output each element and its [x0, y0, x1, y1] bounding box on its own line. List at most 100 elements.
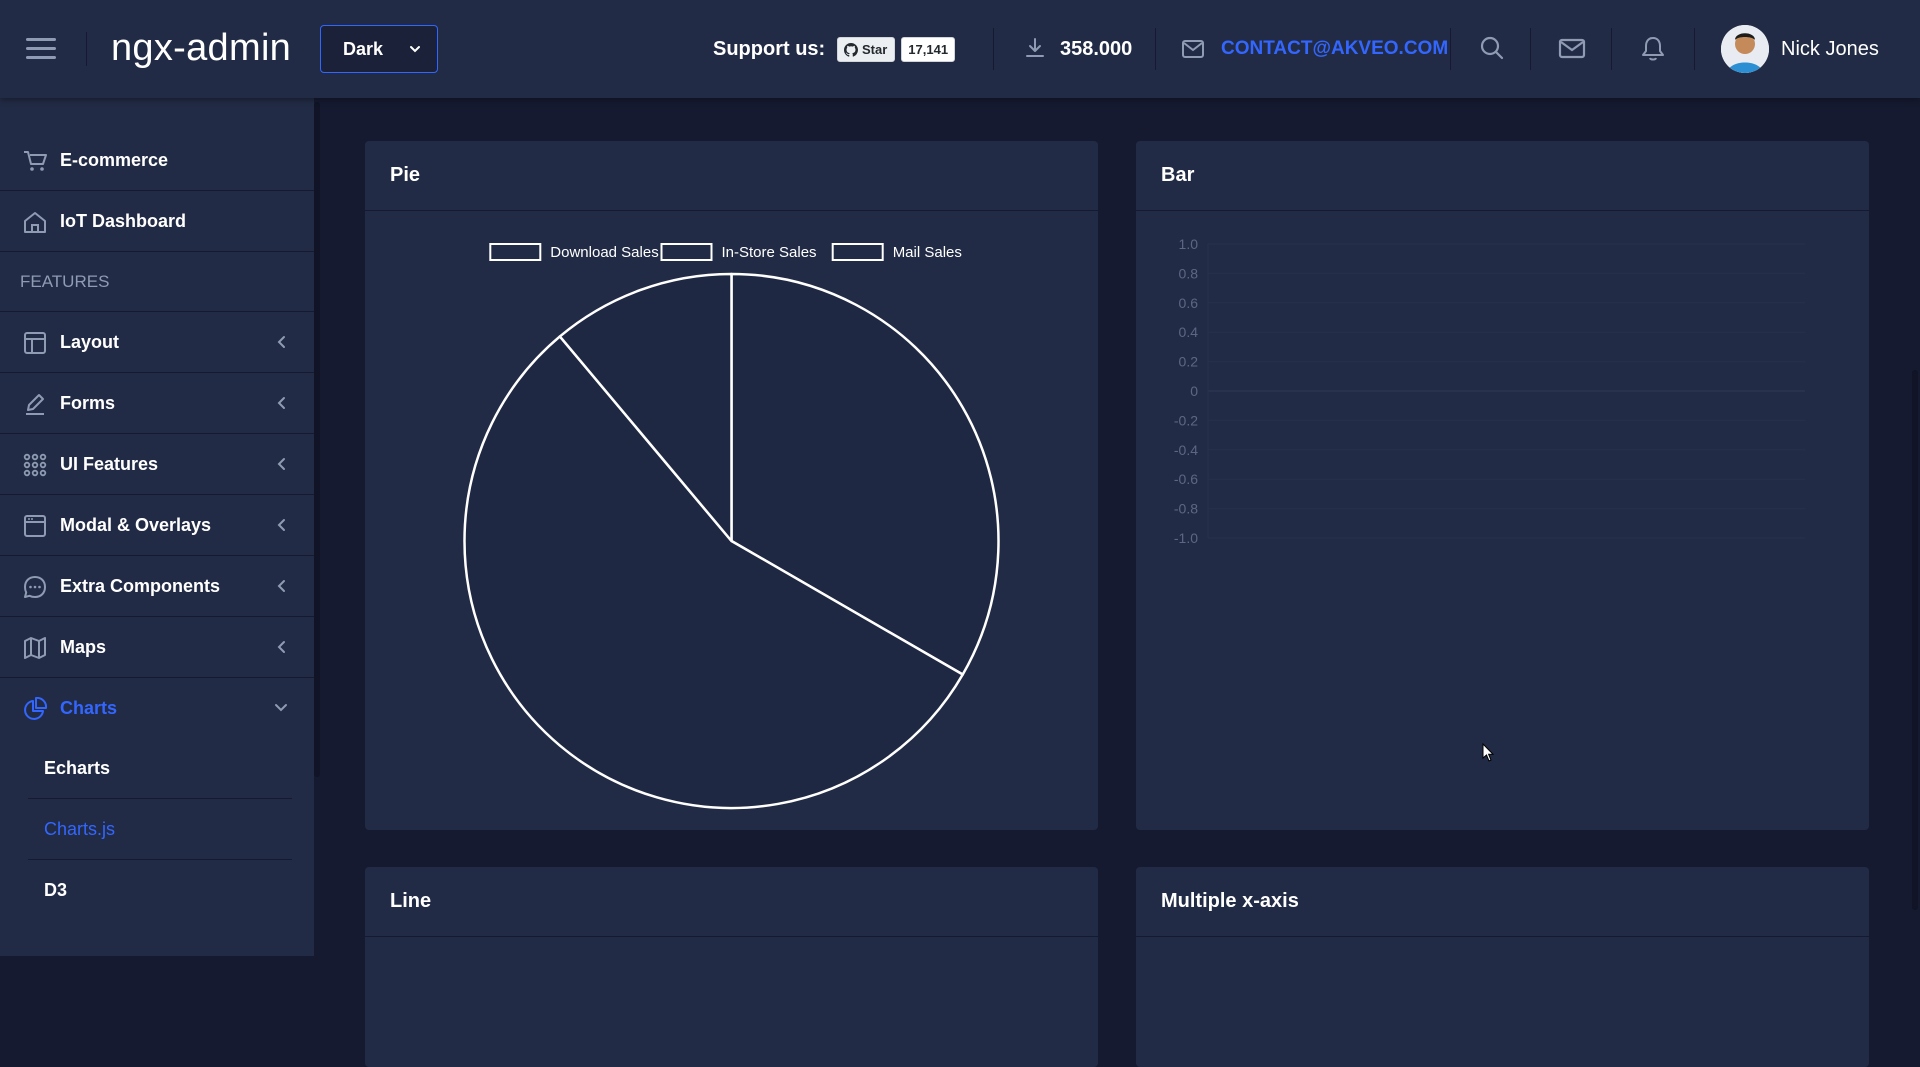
legend-swatch: [660, 243, 713, 261]
shopping-cart-icon: [24, 151, 47, 171]
sidebar-section-title: FEATURES: [0, 252, 314, 312]
chevron-left-icon: [277, 397, 285, 409]
pie-chart-icon: [24, 697, 48, 720]
sidebar-subitem-echarts[interactable]: Echarts: [28, 738, 292, 799]
chevron-left-icon: [277, 580, 285, 592]
card-title: Bar: [1136, 141, 1869, 211]
email-icon: [1182, 40, 1204, 58]
header-divider: [86, 32, 87, 66]
sidebar-item-extra-components[interactable]: Extra Components: [0, 556, 314, 617]
github-star-button[interactable]: Star: [837, 37, 896, 62]
y-tick-label: 0: [1190, 383, 1198, 399]
card-title: Pie: [365, 141, 1098, 211]
legend-item[interactable]: Mail Sales: [831, 243, 962, 261]
legend-item[interactable]: Download Sales: [489, 243, 659, 261]
page-scrollbar[interactable]: [1912, 98, 1918, 956]
sidebar-item-iot-dashboard[interactable]: IoT Dashboard: [0, 191, 314, 252]
top-header: ngx-admin Dark Support us: Star 17,141 3…: [0, 0, 1920, 98]
card-title: Line: [365, 867, 1098, 937]
legend-item[interactable]: In-Store Sales: [660, 243, 817, 261]
legend-label: Download Sales: [550, 244, 658, 261]
y-tick-label: 1.0: [1179, 236, 1199, 252]
theme-select-value: Dark: [343, 38, 384, 59]
sidebar-item-ui-features[interactable]: UI Features: [0, 434, 314, 495]
sidebar-item-label: Layout: [60, 331, 120, 352]
chevron-left-icon: [277, 641, 285, 653]
contact-email-link[interactable]: CONTACT@AKVEO.COM: [1221, 38, 1448, 60]
y-tick-label: -0.2: [1174, 412, 1198, 428]
download-icon: [1026, 38, 1044, 57]
bar-chart: 1.0 0.8 0.6 0.4 0.2 0 -0.2 -0.4 -0.6 -0.8 -1.0: [1174, 236, 1805, 546]
sidebar-menu: E-commerce IoT Dashboard FEATURES Layout…: [0, 130, 314, 920]
sidebar-item-label: E-commerce: [60, 149, 169, 170]
download-count: 358.000: [1060, 38, 1133, 60]
browser-icon: [24, 515, 46, 537]
home-icon: [24, 212, 46, 233]
chevron-down-icon: [275, 704, 287, 712]
card-title: Multiple x-axis: [1136, 867, 1869, 937]
page-scrollbar-thumb[interactable]: [1912, 370, 1918, 910]
sidebar-item-e-commerce[interactable]: E-commerce: [0, 130, 314, 191]
header-divider: [1611, 28, 1612, 70]
sidebar-item-label: Charts: [60, 697, 118, 718]
avatar[interactable]: [1721, 25, 1769, 73]
sidebar: E-commerce IoT Dashboard FEATURES Layout…: [0, 98, 314, 956]
sidebar-subitem-d3[interactable]: D3: [28, 860, 292, 920]
y-tick-label: -0.4: [1174, 442, 1198, 458]
edit-icon: [26, 394, 44, 415]
mail-icon[interactable]: [1557, 33, 1587, 63]
bell-icon[interactable]: [1638, 33, 1668, 63]
line-chart-card: Line: [365, 867, 1098, 1067]
github-icon: [844, 42, 858, 57]
sidebar-item-label: Extra Components: [60, 575, 221, 596]
chevron-down-icon: [410, 46, 420, 53]
user-avatar-icon: [1721, 25, 1769, 73]
sidebar-item-label: Modal & Overlays: [60, 514, 212, 535]
support-label: Support us:: [713, 38, 826, 60]
header-divider: [1155, 28, 1156, 70]
bar-chart-card: Bar 1.0 0.8 0.6 0.4 0.2 0 -0.2 -0.4 -0.6 -0.8 -1.0: [1136, 141, 1869, 830]
theme-select[interactable]: Dark: [320, 25, 438, 73]
legend-swatch: [489, 243, 542, 261]
y-tick-label: -1.0: [1174, 530, 1198, 546]
sidebar-subitem-chartsjs[interactable]: Charts.js: [28, 799, 292, 860]
app-logo[interactable]: ngx-admin: [111, 27, 291, 70]
pie-chart-card: Pie Download Sales In-Store Sales Mail Sal…: [365, 141, 1098, 830]
sidebar-item-charts[interactable]: Charts: [0, 678, 314, 738]
keypad-icon: [23, 453, 47, 477]
charts-submenu: Echarts Charts.js D3: [0, 738, 314, 920]
github-star-count[interactable]: 17,141: [901, 37, 956, 62]
multiple-x-axis-chart-card: Multiple x-axis: [1136, 867, 1869, 1067]
y-tick-label: 0.6: [1179, 295, 1199, 311]
chevron-left-icon: [277, 519, 285, 531]
pie-chart: Download Sales In-Store Sales Mail Sales: [463, 243, 1000, 810]
legend-label: Mail Sales: [893, 244, 962, 261]
y-tick-label: -0.8: [1174, 501, 1198, 517]
sidebar-scrollbar[interactable]: [314, 102, 320, 777]
chevron-left-icon: [277, 458, 285, 470]
header-divider: [1450, 28, 1451, 70]
header-divider: [1530, 28, 1531, 70]
header-divider: [993, 28, 994, 70]
y-tick-label: -0.6: [1174, 471, 1198, 487]
chevron-left-icon: [277, 336, 285, 348]
message-circle-icon: [24, 576, 46, 598]
user-name[interactable]: Nick Jones: [1781, 38, 1879, 61]
menu-toggle-icon[interactable]: [26, 38, 56, 60]
sidebar-item-layout[interactable]: Layout: [0, 312, 314, 373]
sidebar-item-label: Forms: [60, 392, 116, 413]
y-tick-label: 0.4: [1179, 324, 1199, 340]
github-star-widget[interactable]: Star 17,141: [837, 37, 956, 62]
legend-swatch: [831, 243, 884, 261]
sidebar-item-label: UI Features: [60, 453, 159, 474]
y-tick-label: 0.2: [1179, 354, 1199, 370]
github-star-label: Star: [862, 42, 888, 57]
sidebar-item-label: IoT Dashboard: [60, 210, 187, 231]
sidebar-item-label: Maps: [60, 636, 107, 657]
mouse-cursor-icon: [1482, 743, 1495, 762]
legend-label: In-Store Sales: [722, 244, 817, 261]
sidebar-item-modal-overlays[interactable]: Modal & Overlays: [0, 495, 314, 556]
sidebar-item-maps[interactable]: Maps: [0, 617, 314, 678]
sidebar-item-forms[interactable]: Forms: [0, 373, 314, 434]
search-icon[interactable]: [1478, 33, 1506, 63]
